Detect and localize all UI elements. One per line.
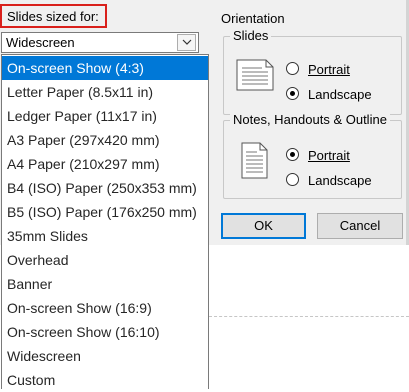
background-panel — [209, 245, 409, 389]
slide-size-select[interactable]: Widescreen — [1, 32, 199, 53]
option-a4-paper[interactable]: A4 Paper (210x297 mm) — [2, 152, 208, 176]
option-a3-paper[interactable]: A3 Paper (297x420 mm) — [2, 128, 208, 152]
dropdown-button[interactable] — [177, 34, 196, 51]
option-on-screen-show-16-10[interactable]: On-screen Show (16:10) — [2, 320, 208, 344]
slides-landscape-label: Landscape — [308, 87, 372, 102]
ok-button[interactable]: OK — [221, 213, 306, 239]
option-on-screen-show-16-9[interactable]: On-screen Show (16:9) — [2, 296, 208, 320]
slides-sized-for-label: Slides sized for: — [7, 9, 99, 24]
option-widescreen[interactable]: Widescreen — [2, 344, 208, 368]
option-b4-iso-paper[interactable]: B4 (ISO) Paper (250x353 mm) — [2, 176, 208, 200]
radio-button-selected[interactable] — [286, 87, 299, 100]
slide-size-selected-value: Widescreen — [6, 35, 75, 50]
option-35mm-slides[interactable]: 35mm Slides — [2, 224, 208, 248]
radio-button[interactable] — [286, 62, 299, 75]
chevron-down-icon — [182, 39, 192, 45]
radio-button-selected[interactable] — [286, 148, 299, 161]
option-overhead[interactable]: Overhead — [2, 248, 208, 272]
slides-portrait-label: Portrait — [308, 62, 350, 77]
divider — [209, 316, 409, 317]
cancel-button[interactable]: Cancel — [317, 213, 403, 239]
radio-button[interactable] — [286, 173, 299, 186]
option-banner[interactable]: Banner — [2, 272, 208, 296]
option-custom[interactable]: Custom — [2, 368, 208, 392]
option-letter-paper[interactable]: Letter Paper (8.5x11 in) — [2, 80, 208, 104]
option-on-screen-show-4-3[interactable]: On-screen Show (4:3) — [2, 56, 208, 80]
slides-orientation-group: Slides Portrait Landscape — [223, 28, 402, 115]
slides-group-title: Slides — [230, 28, 272, 44]
notes-portrait-label: Portrait — [308, 148, 350, 163]
option-b5-iso-paper[interactable]: B5 (ISO) Paper (176x250 mm) — [2, 200, 208, 224]
notes-group-title: Notes, Handouts & Outline — [230, 112, 390, 128]
orientation-heading: Orientation — [221, 11, 285, 26]
option-ledger-paper[interactable]: Ledger Paper (11x17 in) — [2, 104, 208, 128]
portrait-page-icon — [241, 142, 268, 179]
slide-size-dropdown-list: On-screen Show (4:3) Letter Paper (8.5x1… — [1, 54, 209, 389]
landscape-page-icon — [236, 59, 274, 91]
notes-orientation-group: Notes, Handouts & Outline Portrait Lands… — [223, 112, 402, 199]
notes-landscape-label: Landscape — [308, 173, 372, 188]
